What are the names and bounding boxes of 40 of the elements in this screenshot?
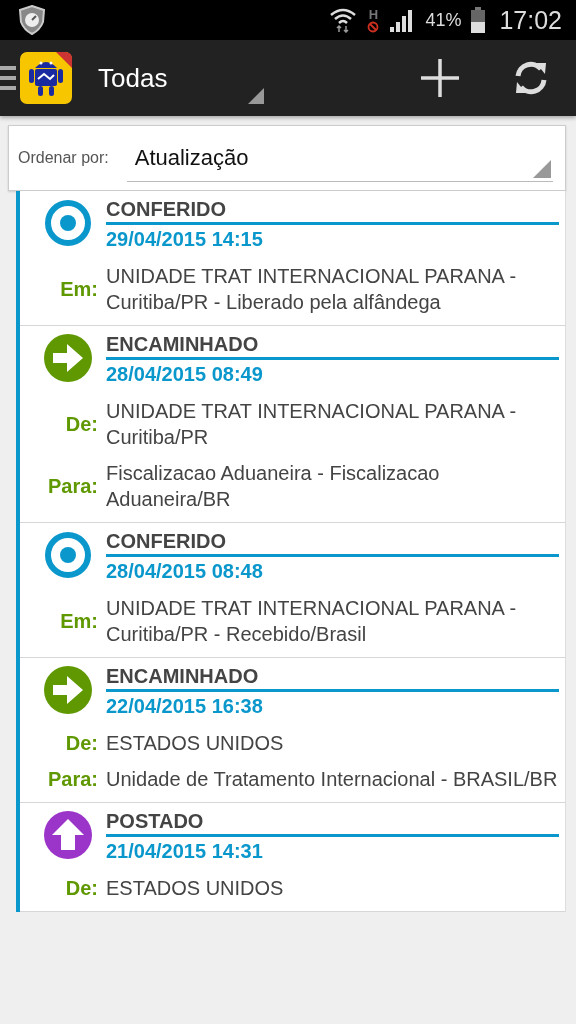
event-datetime: 22/04/2015 16:38 (106, 694, 263, 719)
detail-text: ESTADOS UNIDOS (106, 876, 284, 901)
detail-label: De: (64, 876, 98, 900)
detail-text: Unidade de Tratamento Internacional - BRASIL/BR (106, 767, 558, 792)
detail-label: Para: (46, 474, 98, 498)
battery-percent: 41% (425, 9, 462, 31)
event-status: ENCAMINHADO (106, 664, 259, 688)
detail-label: Em: (59, 277, 98, 301)
detail-label: Em: (59, 609, 98, 633)
event-status: POSTADO (106, 809, 204, 833)
detail-text: Fiscalizacao Aduaneira - Fiscalizacao Aduaneira/BR (106, 461, 441, 512)
dropdown-corner-icon (533, 160, 551, 178)
event-status: CONFERIDO (106, 529, 226, 553)
add-icon[interactable] (420, 58, 460, 98)
shield-icon (18, 5, 46, 35)
detail-label: De: (64, 731, 98, 755)
detail-label: Para: (46, 767, 98, 791)
detail-text: ESTADOS UNIDOS (106, 731, 284, 756)
menu-icon[interactable] (0, 63, 16, 93)
event-status: ENCAMINHADO (106, 332, 259, 356)
blocked-icon (367, 20, 380, 33)
detail-text: UNIDADE TRAT INTERNACIONAL PARANA - Curitiba/PR - Recebido/Brasil (106, 596, 518, 647)
network-type: H (368, 7, 379, 21)
event-datetime: 28/04/2015 08:48 (106, 559, 263, 584)
event-datetime: 28/04/2015 08:49 (106, 362, 263, 387)
event-datetime: 21/04/2015 14:31 (106, 839, 263, 864)
target-icon (44, 531, 92, 579)
detail-text: UNIDADE TRAT INTERNACIONAL PARANA - Curitiba/PR - Liberado pela alfândega (106, 264, 518, 315)
app-logo-icon[interactable] (20, 52, 72, 104)
sort-label: Ordenar por: (18, 149, 109, 167)
wifi-icon (329, 7, 358, 33)
sort-dropdown[interactable]: Atualização (126, 134, 553, 182)
dropdown-corner-icon (248, 88, 264, 104)
event-datetime: 29/04/2015 14:15 (106, 227, 263, 252)
clock: 17:02 (499, 5, 562, 35)
detail-label: De: (64, 412, 98, 436)
battery-icon (471, 7, 486, 33)
detail-text: UNIDADE TRAT INTERNACIONAL PARANA - Curitiba/PR (106, 399, 518, 450)
target-icon (44, 199, 92, 247)
event-status: CONFERIDO (106, 197, 226, 221)
